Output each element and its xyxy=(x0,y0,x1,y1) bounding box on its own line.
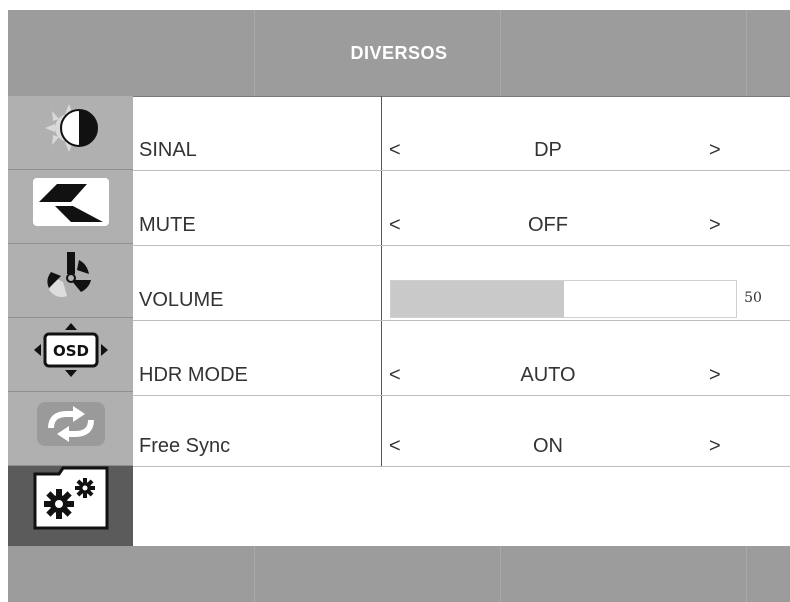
setting-row-mute[interactable]: MUTE < OFF > xyxy=(133,171,790,246)
left-arrow[interactable]: < xyxy=(389,139,401,162)
setting-row-free-sync[interactable]: Free Sync < ON > xyxy=(133,396,790,467)
setting-value: DP xyxy=(534,139,562,161)
setting-value: AUTO xyxy=(520,364,576,386)
left-arrow[interactable]: < xyxy=(389,214,401,237)
sidebar-item-reset[interactable] xyxy=(8,392,133,466)
osd-settings-icon: OSD xyxy=(28,323,114,377)
volume-value: 50 xyxy=(744,290,762,306)
sidebar-item-image[interactable] xyxy=(8,170,133,244)
setting-value: ON xyxy=(533,435,563,457)
setting-row-hdr-mode[interactable]: HDR MODE < AUTO > xyxy=(133,321,790,396)
menu-header: DIVERSOS xyxy=(8,10,790,97)
sidebar-item-brightness[interactable] xyxy=(8,96,133,170)
image-geometry-icon xyxy=(28,176,114,228)
column-divider xyxy=(381,246,382,320)
setting-label: HDR MODE xyxy=(139,364,248,386)
right-arrow[interactable]: > xyxy=(709,435,721,458)
setting-label: VOLUME xyxy=(139,289,224,311)
column-divider xyxy=(381,396,382,466)
setting-label: SINAL xyxy=(139,139,197,161)
volume-slider-fill xyxy=(391,281,564,317)
footer-divider xyxy=(746,546,747,602)
column-divider xyxy=(381,171,382,245)
footer-divider xyxy=(254,546,255,602)
sidebar: OSD xyxy=(8,96,133,546)
sidebar-item-color[interactable] xyxy=(8,244,133,318)
brightness-contrast-icon xyxy=(28,102,114,154)
left-arrow[interactable]: < xyxy=(389,435,401,458)
sidebar-item-misc[interactable] xyxy=(8,466,133,546)
column-divider xyxy=(381,321,382,395)
misc-gears-folder-icon xyxy=(28,466,114,530)
column-divider xyxy=(381,96,382,170)
right-arrow[interactable]: > xyxy=(709,214,721,237)
settings-list: SINAL < DP > MUTE < OFF > VOLUME 50 HDR … xyxy=(133,96,790,546)
setting-row-signal[interactable]: SINAL < DP > xyxy=(133,96,790,171)
volume-slider[interactable] xyxy=(390,280,737,318)
left-arrow[interactable]: < xyxy=(389,364,401,387)
reset-arrows-icon xyxy=(28,398,114,450)
svg-text:OSD: OSD xyxy=(52,342,88,360)
page-title: DIVERSOS xyxy=(350,43,448,63)
setting-label: MUTE xyxy=(139,214,196,236)
setting-value: OFF xyxy=(528,214,568,236)
setting-label: Free Sync xyxy=(139,435,231,457)
sidebar-item-osd[interactable]: OSD xyxy=(8,318,133,392)
menu-footer xyxy=(8,546,790,602)
right-arrow[interactable]: > xyxy=(709,364,721,387)
footer-divider xyxy=(500,546,501,602)
right-arrow[interactable]: > xyxy=(709,139,721,162)
setting-row-volume[interactable]: VOLUME 50 xyxy=(133,246,790,321)
color-fan-icon xyxy=(28,250,114,302)
